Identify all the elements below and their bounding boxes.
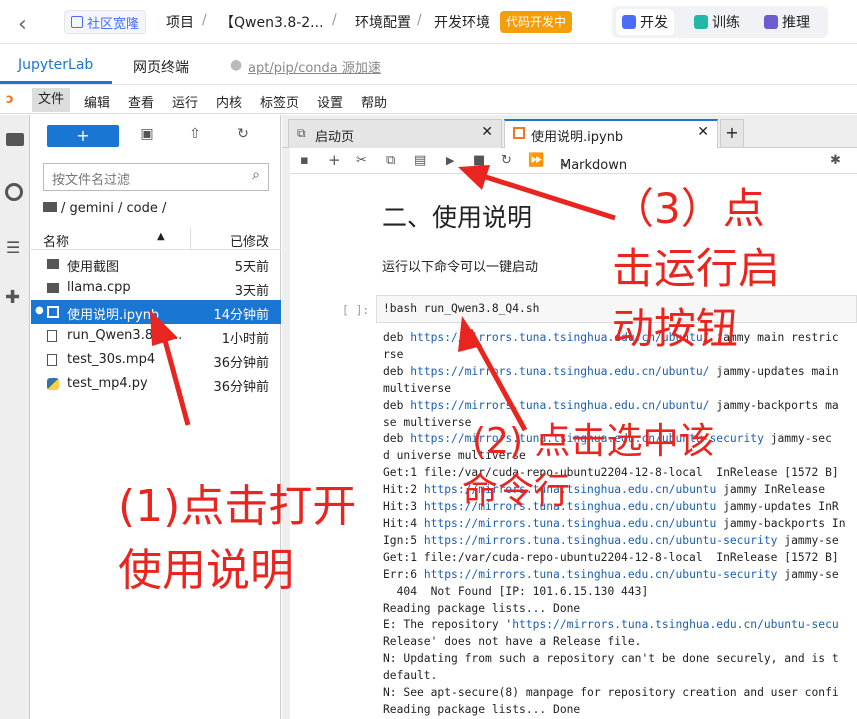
arrow-3	[469, 169, 616, 221]
arrow-3-head	[458, 165, 490, 190]
annotation-3-line2: 击运行启	[612, 244, 781, 293]
annotation-3-line3: 动按钮	[612, 304, 739, 353]
annotation-3-line1: （3）点	[612, 184, 765, 233]
annotation-arrows	[150, 165, 616, 432]
screen: ‹ 社区宽隆 项目 / 【Qwen3.8-2... / 环境配置 / 开发环境 …	[0, 0, 857, 719]
annotation-1-line1: (1)点击打开	[118, 481, 357, 532]
annotation-1-line2: 使用说明	[118, 545, 294, 596]
arrow-2-head	[458, 316, 482, 352]
annotation-2-line1: (2) 点击选中该	[472, 421, 715, 462]
arrow-1-head	[150, 310, 178, 346]
annotation-2-line2: 命令行	[462, 471, 571, 512]
